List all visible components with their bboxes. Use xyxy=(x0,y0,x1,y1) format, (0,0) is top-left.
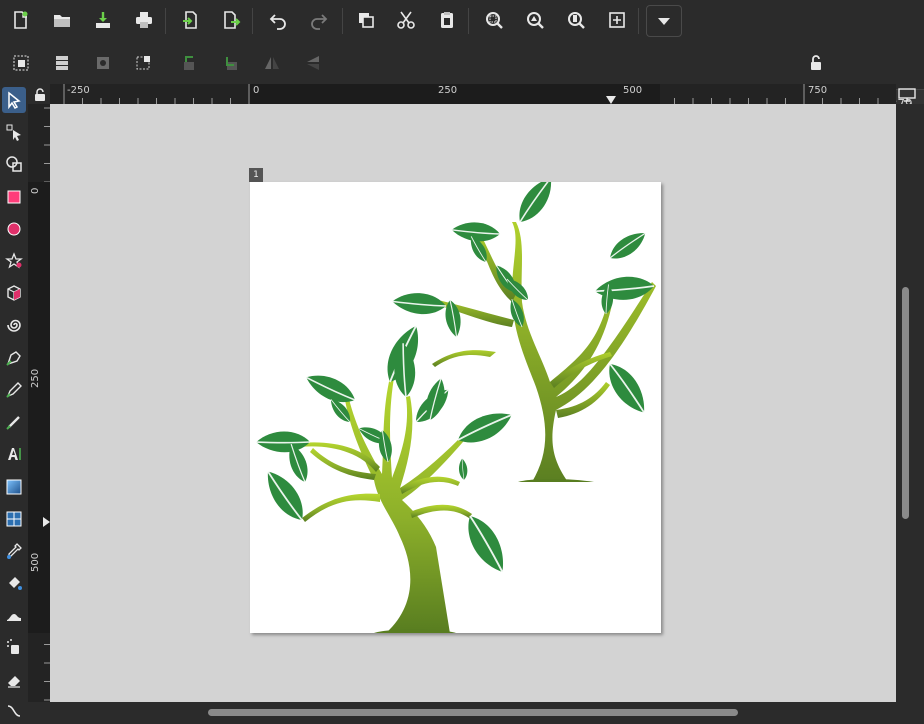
paint-bucket-icon xyxy=(9,577,22,590)
shape-builder-tool[interactable] xyxy=(2,151,26,177)
more-commands-dropdown[interactable] xyxy=(646,5,682,37)
mesh-icon xyxy=(6,511,22,527)
guide-lock-icon[interactable] xyxy=(34,88,46,101)
vruler-label: 250 xyxy=(30,368,41,388)
zoom-selection-icon[interactable] xyxy=(480,6,508,34)
dropper-icon xyxy=(7,543,22,559)
redo-icon[interactable] xyxy=(305,6,333,34)
circle-icon xyxy=(7,222,21,236)
pen-tool[interactable] xyxy=(2,345,26,371)
text-tool[interactable] xyxy=(2,441,26,467)
pen-icon xyxy=(6,351,21,366)
undo-icon[interactable] xyxy=(264,6,292,34)
connector-icon xyxy=(7,705,21,717)
vruler-label: 500 xyxy=(30,552,41,572)
tree-artwork[interactable] xyxy=(250,174,661,633)
spray-icon xyxy=(7,639,19,654)
lock-icon[interactable] xyxy=(802,49,830,77)
open-folder-icon[interactable] xyxy=(48,6,76,34)
rotate-cw-icon[interactable] xyxy=(217,49,245,77)
save-download-icon[interactable] xyxy=(89,6,117,34)
new-document-icon[interactable] xyxy=(6,6,34,34)
calligraphy-tool[interactable] xyxy=(2,409,26,435)
cut-icon[interactable] xyxy=(392,6,420,34)
connector-tool[interactable] xyxy=(2,698,26,724)
vertical-ruler[interactable]: 0 250 500 xyxy=(28,104,50,704)
back-tree xyxy=(390,174,656,482)
rectangle-icon xyxy=(7,190,21,204)
zoom-center-icon[interactable] xyxy=(603,6,631,34)
pointer-arrow-icon xyxy=(8,91,21,109)
drawing-canvas[interactable]: 1 xyxy=(50,104,896,702)
deselect-icon[interactable] xyxy=(89,49,117,77)
export-icon[interactable] xyxy=(217,6,245,34)
ruler-marker-icon xyxy=(606,96,616,104)
node-icon xyxy=(6,124,21,141)
star-icon xyxy=(5,252,23,269)
page-number-badge: 1 xyxy=(249,168,263,182)
cube-icon xyxy=(7,285,21,301)
spiral-tool[interactable] xyxy=(2,312,26,338)
tweak-tool[interactable] xyxy=(2,602,26,628)
flip-vertical-icon[interactable] xyxy=(299,49,327,77)
flip-horizontal-icon[interactable] xyxy=(258,49,286,77)
tool-controls-bar: X: − + Y: − + 宽: − + 高: xyxy=(0,42,924,121)
eraser-tool[interactable] xyxy=(2,667,26,693)
toolbox xyxy=(0,84,28,720)
pencil-tool[interactable] xyxy=(2,377,26,403)
pencil-icon xyxy=(6,382,22,398)
gradient-tool[interactable] xyxy=(2,474,26,500)
shape-builder-icon xyxy=(6,156,22,172)
page[interactable] xyxy=(250,174,661,633)
vruler-label: 0 xyxy=(30,187,41,194)
calligraphy-icon xyxy=(6,416,20,430)
paste-icon[interactable] xyxy=(433,6,461,34)
selector-tool[interactable] xyxy=(2,87,26,113)
hruler-label: 250 xyxy=(438,85,458,96)
gradient-icon xyxy=(6,479,22,495)
paint-bucket-tool[interactable] xyxy=(2,570,26,596)
horizontal-ruler[interactable]: -250 0 250 500 750 xyxy=(50,84,896,104)
mesh-tool[interactable] xyxy=(2,506,26,532)
vertical-scrollbar-track xyxy=(896,104,924,702)
front-tree xyxy=(254,322,517,633)
invert-selection-icon[interactable] xyxy=(130,49,158,77)
rectangle-tool[interactable] xyxy=(2,184,26,210)
chevron-down-icon xyxy=(658,18,670,25)
copy-icon[interactable] xyxy=(352,6,380,34)
hruler-label: 750 xyxy=(808,85,828,96)
node-tool[interactable] xyxy=(2,119,26,145)
ruler-corner xyxy=(28,84,50,104)
display-mode-icon[interactable] xyxy=(898,88,916,102)
tweak-icon xyxy=(7,614,21,621)
dropper-tool[interactable] xyxy=(2,538,26,564)
select-all-icon[interactable] xyxy=(7,49,35,77)
3d-box-tool[interactable] xyxy=(2,280,26,306)
import-icon[interactable] xyxy=(176,6,204,34)
hruler-label: 500 xyxy=(623,85,643,96)
spiral-icon xyxy=(7,319,21,332)
print-icon[interactable] xyxy=(130,6,158,34)
rotate-ccw-icon[interactable] xyxy=(176,49,204,77)
hruler-label: 0 xyxy=(253,85,260,96)
eraser-icon xyxy=(8,676,20,688)
vertical-scrollbar[interactable] xyxy=(902,287,909,519)
ruler-marker-icon xyxy=(43,517,50,527)
zoom-drawing-icon[interactable] xyxy=(521,6,549,34)
zoom-page-icon[interactable] xyxy=(562,6,590,34)
text-icon xyxy=(8,448,21,460)
horizontal-scrollbar[interactable] xyxy=(208,709,738,716)
hruler-label: -250 xyxy=(67,85,90,96)
star-tool[interactable] xyxy=(2,248,26,274)
spray-tool[interactable] xyxy=(2,634,26,660)
select-all-layers-icon[interactable] xyxy=(48,49,76,77)
ellipse-tool[interactable] xyxy=(2,216,26,242)
command-bar xyxy=(0,0,924,42)
